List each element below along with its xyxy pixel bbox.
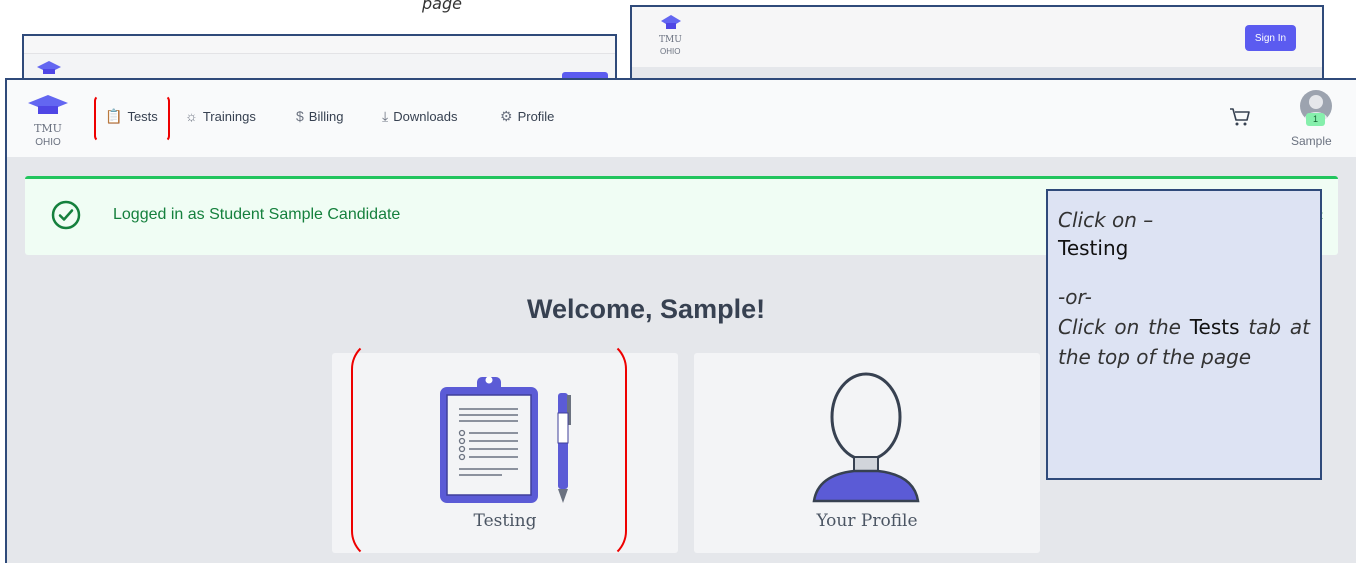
alert-message: Logged in as Student Sample Candidate xyxy=(113,206,401,223)
nav-tab-billing[interactable]: $ Billing xyxy=(296,108,343,124)
logo[interactable]: TMU OHIO xyxy=(27,94,69,148)
graduation-cap-icon xyxy=(661,15,681,29)
logo-text: TMU xyxy=(34,122,62,135)
nav-tab-trainings[interactable]: ☼ Trainings xyxy=(185,108,256,124)
browser-bar xyxy=(24,36,615,54)
testing-card-highlight xyxy=(351,339,627,561)
logo-subtext: OHIO xyxy=(660,47,681,56)
nav-label: Downloads xyxy=(393,109,458,124)
graduation-cap-icon xyxy=(37,61,61,74)
check-circle-icon xyxy=(51,200,81,230)
nav-tab-downloads[interactable]: ⤓ Downloads xyxy=(382,108,458,125)
cart-icon[interactable] xyxy=(1228,105,1252,129)
callout-text: Click on – xyxy=(1058,208,1154,232)
logo-text: TMU xyxy=(659,35,682,45)
download-icon: ⤓ xyxy=(382,108,389,124)
graduation-cap-icon xyxy=(28,95,68,114)
nav-label: Profile xyxy=(517,109,555,124)
caption-fragment: page xyxy=(422,0,462,13)
logo-subtext: OHIO xyxy=(35,137,61,148)
header-bar xyxy=(632,7,1322,67)
profile-card[interactable]: Your Profile xyxy=(694,353,1040,553)
instruction-callout: Click on – Testing -or- Click on the Tes… xyxy=(1046,189,1322,480)
callout-text: -or- xyxy=(1058,285,1092,309)
sign-in-button[interactable]: Sign In xyxy=(1245,25,1296,51)
nav-tab-profile[interactable]: ⚙ Profile xyxy=(500,108,554,125)
dollar-icon: $ xyxy=(296,108,304,124)
callout-text: Click on the xyxy=(1058,315,1190,339)
top-navigation: TMU OHIO 📋 Tests ☼ Trainings $ Billing ⤓… xyxy=(7,80,1356,157)
user-name[interactable]: Sample xyxy=(1291,134,1332,148)
person-icon xyxy=(812,372,920,503)
tests-tab-highlight xyxy=(94,95,170,142)
card-label: Your Profile xyxy=(816,511,918,531)
page-title: Welcome, Sample! xyxy=(527,294,766,324)
nav-label: Trainings xyxy=(202,108,256,124)
gear-icon: ⚙ xyxy=(500,108,513,124)
nav-label: Billing xyxy=(308,108,344,124)
callout-emphasis: Testing xyxy=(1058,236,1129,260)
callout-emphasis: Tests xyxy=(1189,315,1240,339)
cart-count-badge: 1 xyxy=(1306,113,1325,126)
lightbulb-icon: ☼ xyxy=(185,108,198,124)
